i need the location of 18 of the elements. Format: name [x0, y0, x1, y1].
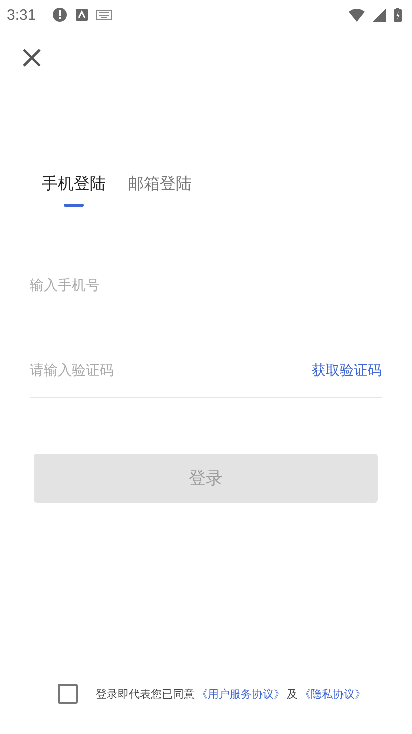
get-code-link[interactable]: 获取验证码 [312, 362, 382, 380]
battery-icon [394, 8, 402, 22]
privacy-link[interactable]: 《隐私协议》 [300, 686, 366, 702]
agreement-checkbox[interactable] [58, 684, 78, 704]
alert-icon [52, 7, 68, 23]
signal-icon [373, 8, 386, 22]
agreement-text: 登录即代表您已同意 [96, 686, 195, 702]
phone-input-field[interactable]: 输入手机号 [30, 271, 382, 301]
login-tab[interactable]: 邮箱登陆 [128, 174, 192, 207]
keyboard-app-icon [76, 9, 88, 21]
login-tab[interactable]: 手机登陆 [42, 174, 106, 207]
status-time: 3:31 [7, 6, 36, 24]
terms-link[interactable]: 《用户服务协议》 [197, 686, 285, 702]
conjunction-text: 及 [287, 686, 298, 702]
keyboard-icon [96, 10, 112, 20]
close-button[interactable] [22, 48, 42, 68]
wifi-icon [349, 8, 365, 22]
code-input-field[interactable]: 请输入验证码 获取验证码 [30, 353, 382, 398]
